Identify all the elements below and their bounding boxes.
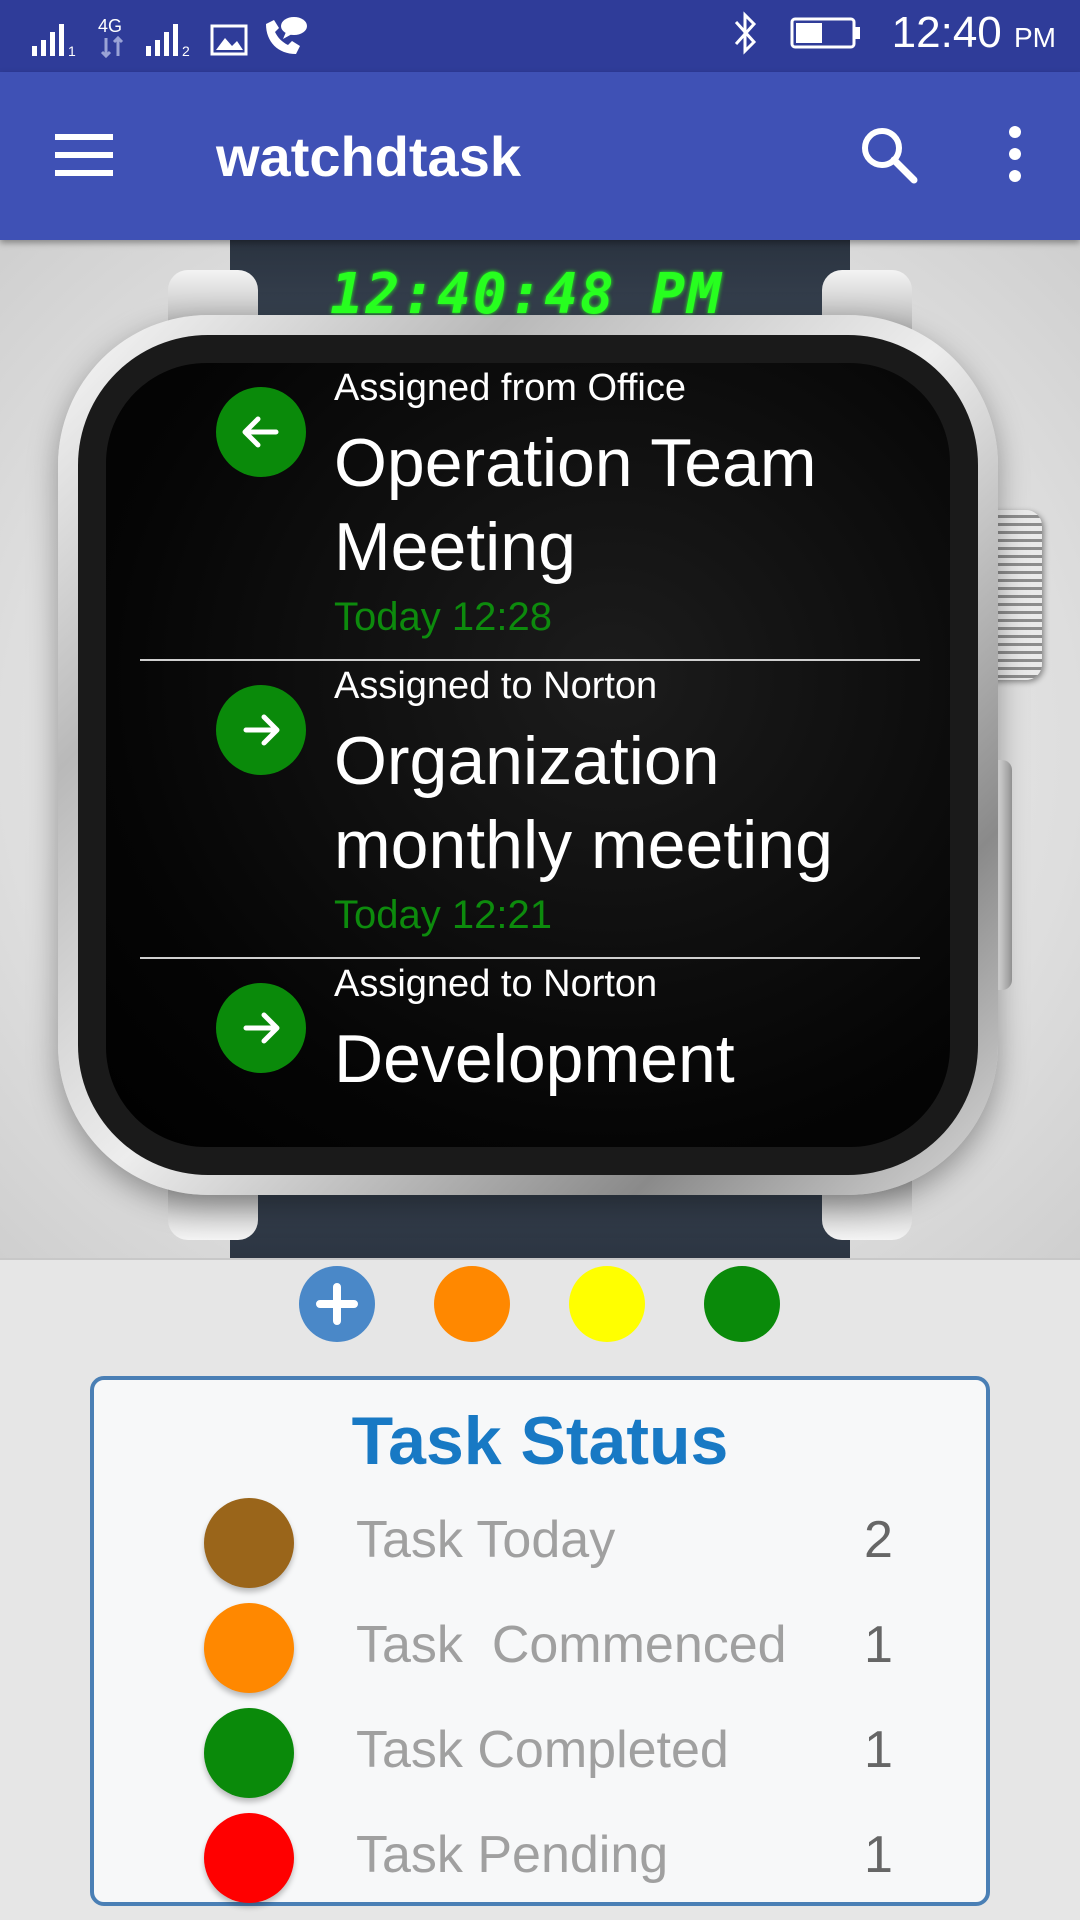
image-notification-icon <box>210 24 248 56</box>
status-count: 1 <box>864 1826 893 1884</box>
status-dot <box>204 1498 294 1588</box>
status-bar-left: 1 4G 2 <box>30 14 308 58</box>
status-time-ampm: PM <box>1014 22 1056 53</box>
status-label: Task Pending <box>356 1826 669 1884</box>
task-item[interactable]: Assigned to Norton Organization monthly … <box>140 661 920 959</box>
arrow-right-icon <box>216 983 306 1073</box>
task-item[interactable]: Assigned from Office Operation Team Meet… <box>140 363 920 661</box>
call-message-icon <box>266 17 307 54</box>
filter-row <box>0 1266 1080 1346</box>
watch-screen: Assigned from Office Operation Team Meet… <box>106 363 950 1147</box>
status-label: Task Commenced <box>356 1616 787 1674</box>
task-title: Operation Team Meeting <box>334 425 817 585</box>
arrow-left-icon <box>216 387 306 477</box>
task-assignment: Assigned to Norton <box>334 665 658 707</box>
task-time: Today 12:21 <box>334 893 552 937</box>
status-bar: 1 4G 2 12:40 PM <box>0 0 1080 72</box>
status-row-today[interactable]: Task Today 2 <box>94 1492 986 1592</box>
arrow-right-icon <box>216 685 306 775</box>
status-dot <box>204 1708 294 1798</box>
status-time-value: 12:40 <box>891 8 1002 57</box>
network-4g-icon: 4G <box>98 16 124 58</box>
status-count: 2 <box>864 1511 893 1569</box>
search-icon[interactable] <box>858 124 918 184</box>
filter-commenced-button[interactable] <box>434 1266 510 1342</box>
status-label: Task Today <box>356 1511 616 1569</box>
task-title: Development <box>334 1021 735 1097</box>
watch-bezel: Assigned from Office Operation Team Meet… <box>78 335 978 1175</box>
digital-clock: 12:40:48 PM <box>330 262 723 327</box>
watch-display: Assigned from Office Operation Team Meet… <box>0 240 1080 1260</box>
signal-sim1-icon: 1 <box>32 24 76 58</box>
task-assignment: Assigned to Norton <box>334 963 658 1005</box>
task-time: Today 12:28 <box>334 595 552 639</box>
status-count: 1 <box>864 1616 893 1674</box>
hamburger-menu-icon[interactable] <box>55 132 113 178</box>
battery-icon <box>790 17 860 49</box>
more-vert-icon[interactable] <box>1000 124 1030 184</box>
app-bar: watchdtask <box>0 72 1080 240</box>
task-title: Organization monthly meeting <box>334 723 833 883</box>
signal-sim2-icon: 2 <box>146 24 190 58</box>
filter-completed-button[interactable] <box>704 1266 780 1342</box>
task-status-card: Task Status Task Today 2 Task Commenced … <box>90 1376 990 1906</box>
status-row-commenced[interactable]: Task Commenced 1 <box>94 1597 986 1697</box>
task-assignment: Assigned from Office <box>334 367 687 409</box>
status-label: Task Completed <box>356 1721 729 1779</box>
watch-case: Assigned from Office Operation Team Meet… <box>58 315 998 1195</box>
status-time: 12:40 PM <box>892 8 1056 58</box>
plus-icon <box>316 1283 358 1325</box>
app-title: watchdtask <box>216 125 521 188</box>
add-task-button[interactable] <box>299 1266 375 1342</box>
svg-text:4G: 4G <box>98 16 122 36</box>
svg-text:1: 1 <box>68 43 76 58</box>
status-bar-right: 12:40 PM <box>732 8 1056 58</box>
svg-text:2: 2 <box>182 43 190 58</box>
status-dot <box>204 1813 294 1903</box>
status-count: 1 <box>864 1721 893 1779</box>
status-row-pending[interactable]: Task Pending 1 <box>94 1807 986 1907</box>
status-row-completed[interactable]: Task Completed 1 <box>94 1702 986 1802</box>
bluetooth-icon <box>734 11 756 55</box>
task-list: Assigned from Office Operation Team Meet… <box>140 363 920 1147</box>
task-status-title: Task Status <box>351 1403 729 1479</box>
filter-today-button[interactable] <box>569 1266 645 1342</box>
task-item[interactable]: Assigned to Norton Development <box>140 959 920 1147</box>
status-dot <box>204 1603 294 1693</box>
